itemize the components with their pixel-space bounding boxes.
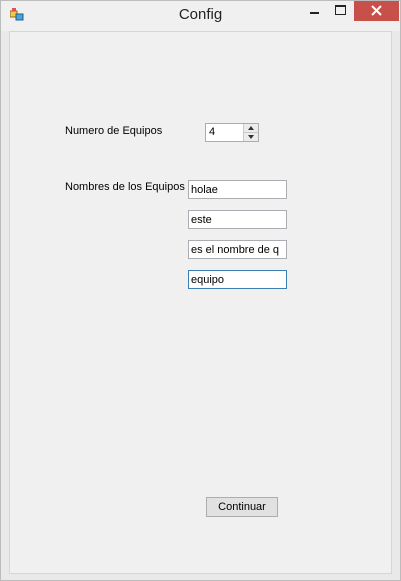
stepper-down-icon[interactable] — [244, 133, 258, 141]
team-name-field-3[interactable] — [188, 240, 287, 259]
continue-button[interactable]: Continuar — [206, 497, 278, 517]
title-bar[interactable]: Config — [1, 1, 400, 31]
team-names-label: Nombres de los Equipos — [65, 181, 185, 193]
team-count-label: Numero de Equipos — [65, 125, 163, 137]
stepper-buttons — [243, 124, 258, 141]
stepper-up-icon[interactable] — [244, 124, 258, 133]
maximize-icon[interactable] — [327, 1, 353, 21]
team-count-value[interactable]: 4 — [209, 126, 215, 138]
config-window: Config Numero de Equipos 4 Nombres de lo… — [0, 0, 401, 581]
team-name-field-1[interactable] — [188, 180, 287, 199]
team-count-stepper[interactable]: 4 — [205, 123, 259, 142]
team-name-field-4[interactable] — [188, 270, 287, 289]
team-name-field-2[interactable] — [188, 210, 287, 229]
form-client-area — [9, 31, 392, 574]
close-icon[interactable] — [354, 1, 399, 21]
minimize-icon[interactable] — [301, 1, 327, 21]
